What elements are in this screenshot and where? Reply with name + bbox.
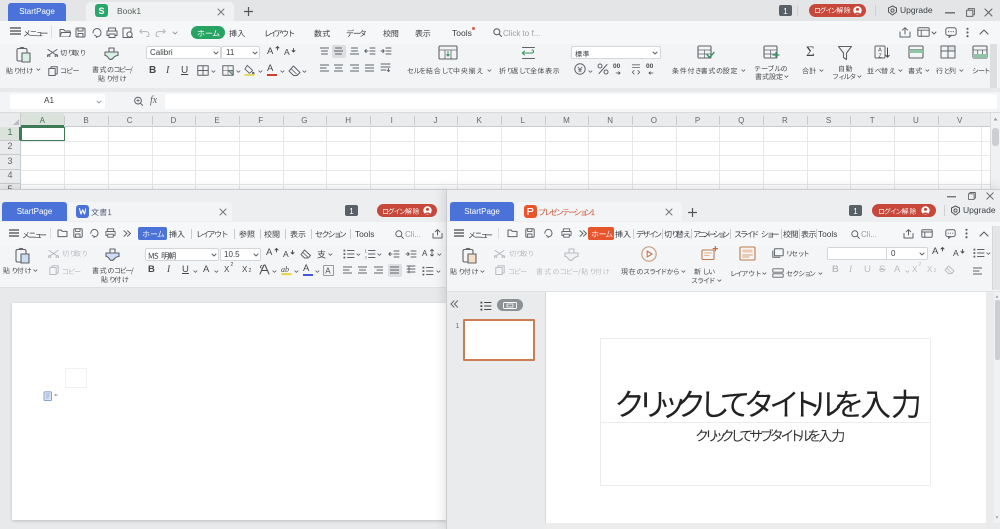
- svg-text:ab: ab: [281, 265, 289, 274]
- svg-text:A: A: [325, 266, 331, 275]
- svg-text:2: 2: [365, 255, 368, 259]
- svg-text:1: 1: [365, 249, 368, 253]
